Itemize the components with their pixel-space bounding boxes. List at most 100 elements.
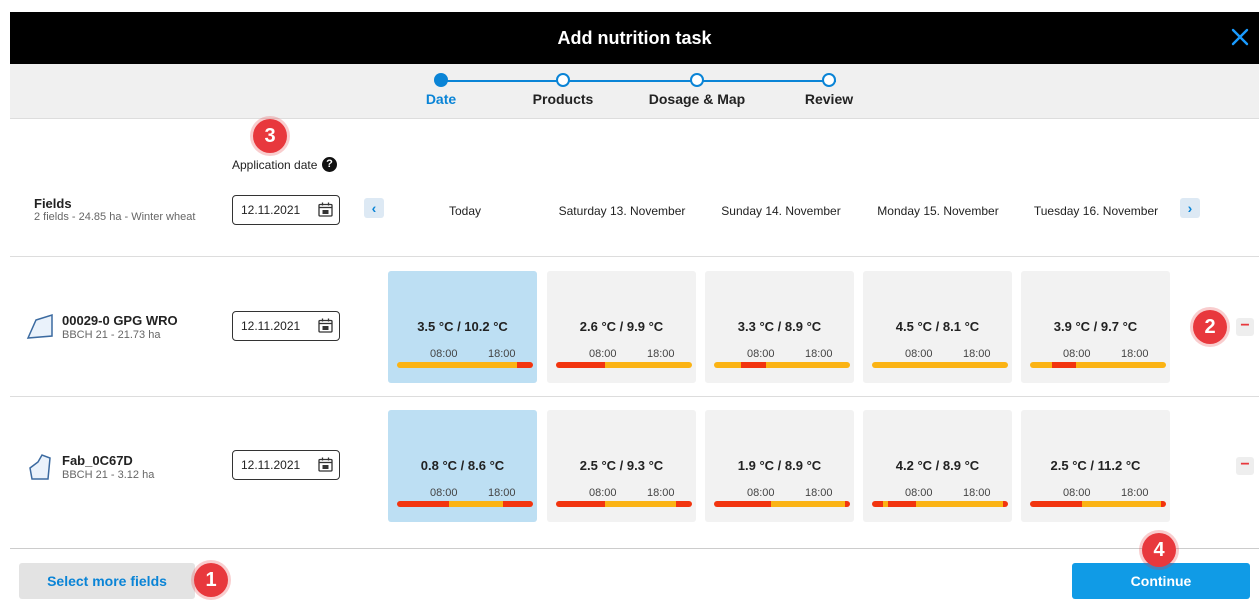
forecast-card-today[interactable]: 0.8 °C / 8.6 °C 08:00 18:00 xyxy=(388,410,537,522)
bar-segment-unfavorable xyxy=(1030,501,1082,507)
time-end: 18:00 xyxy=(647,348,675,360)
step-label-dosage-map[interactable]: Dosage & Map xyxy=(649,91,745,107)
field-shape-icon xyxy=(29,454,51,480)
forecast-card[interactable]: 2.6 °C / 9.9 °C 08:00 18:00 xyxy=(547,271,696,383)
dialog-title: Add nutrition task xyxy=(557,28,712,48)
temperature-range: 0.8 °C / 8.6 °C xyxy=(420,458,505,473)
bar-segment-unfavorable xyxy=(556,501,605,507)
time-start: 08:00 xyxy=(905,348,933,360)
step-dot-date[interactable] xyxy=(434,73,448,87)
application-date-value: 12.11.2021 xyxy=(241,203,301,217)
help-icon[interactable]: ? xyxy=(322,157,337,172)
bar-segment-caution xyxy=(1081,501,1161,507)
row-divider xyxy=(10,256,1259,257)
temperature-range: 3.9 °C / 9.7 °C xyxy=(1053,319,1138,334)
bar-segment-unfavorable xyxy=(1002,501,1008,507)
time-end: 18:00 xyxy=(1121,487,1149,499)
step-label-products[interactable]: Products xyxy=(533,91,594,107)
bar-segment-unfavorable xyxy=(503,501,533,507)
forecast-card-today[interactable]: 3.5 °C / 10.2 °C 08:00 18:00 xyxy=(388,271,537,383)
row-divider xyxy=(10,396,1259,397)
step-dot-products[interactable] xyxy=(556,73,570,87)
calendar-icon[interactable] xyxy=(318,202,333,217)
footer-divider xyxy=(10,548,1259,549)
step-label-date[interactable]: Date xyxy=(426,91,456,107)
day-label-today: Today xyxy=(448,204,482,218)
field-details: BBCH 21 - 21.73 ha xyxy=(62,329,161,341)
fields-title: Fields xyxy=(34,196,72,211)
remove-field-button[interactable]: − xyxy=(1236,457,1254,475)
bar-segment-unfavorable xyxy=(397,501,449,507)
temperature-range: 2.5 °C / 11.2 °C xyxy=(1050,458,1141,473)
forecast-card[interactable]: 4.2 °C / 8.9 °C 08:00 18:00 xyxy=(863,410,1012,522)
annotation-marker-1: 1 xyxy=(194,563,228,597)
forecast-card[interactable]: 3.9 °C / 9.7 °C 08:00 18:00 xyxy=(1021,271,1170,383)
bar-segment-caution xyxy=(915,501,1003,507)
select-more-fields-button[interactable]: Select more fields xyxy=(19,563,195,599)
step-dot-review[interactable] xyxy=(822,73,836,87)
field-date-input[interactable]: 12.11.2021 xyxy=(232,311,340,341)
time-start: 08:00 xyxy=(589,487,617,499)
time-end: 18:00 xyxy=(963,487,991,499)
bar-segment-unfavorable xyxy=(516,362,533,368)
time-end: 18:00 xyxy=(488,348,516,360)
spray-condition-bar xyxy=(556,362,692,368)
forecast-card[interactable]: 3.3 °C / 8.9 °C 08:00 18:00 xyxy=(705,271,854,383)
bar-segment-unfavorable xyxy=(1051,362,1077,368)
continue-button[interactable]: Continue xyxy=(1072,563,1250,599)
time-end: 18:00 xyxy=(488,487,516,499)
step-dot-dosage-map[interactable] xyxy=(690,73,704,87)
dialog-header: Add nutrition task xyxy=(10,12,1259,64)
spray-condition-bar xyxy=(397,362,533,368)
time-start: 08:00 xyxy=(905,487,933,499)
close-icon[interactable] xyxy=(1229,26,1251,48)
bar-segment-caution xyxy=(1076,362,1166,368)
calendar-icon[interactable] xyxy=(318,457,333,472)
prev-days-button[interactable]: ‹ xyxy=(364,198,384,218)
field-date-value: 12.11.2021 xyxy=(241,319,301,333)
temperature-range: 4.5 °C / 8.1 °C xyxy=(895,319,980,334)
bar-segment-unfavorable xyxy=(556,362,605,368)
temperature-range: 2.5 °C / 9.3 °C xyxy=(579,458,664,473)
forecast-card[interactable]: 2.5 °C / 9.3 °C 08:00 18:00 xyxy=(547,410,696,522)
time-start: 08:00 xyxy=(1063,487,1091,499)
forecast-card[interactable]: 2.5 °C / 11.2 °C 08:00 18:00 xyxy=(1021,410,1170,522)
day-label-monday: Monday 15. November xyxy=(877,204,999,218)
remove-field-button[interactable]: − xyxy=(1236,318,1254,336)
annotation-marker-2: 2 xyxy=(1193,310,1227,344)
bar-segment-unfavorable xyxy=(714,501,772,507)
field-name: 00029-0 GPG WRO xyxy=(62,313,178,328)
temperature-range: 4.2 °C / 8.9 °C xyxy=(895,458,980,473)
temperature-range: 3.3 °C / 8.9 °C xyxy=(737,319,822,334)
bar-segment-caution xyxy=(714,362,742,368)
bar-segment-caution xyxy=(765,362,850,368)
bar-segment-caution xyxy=(771,501,845,507)
bar-segment-caution xyxy=(872,362,1008,368)
field-date-value: 12.11.2021 xyxy=(241,458,301,472)
time-start: 08:00 xyxy=(430,348,458,360)
calendar-icon[interactable] xyxy=(318,318,333,333)
time-start: 08:00 xyxy=(747,487,775,499)
bar-segment-unfavorable xyxy=(741,362,766,368)
day-label-tuesday: Tuesday 16. November xyxy=(1033,204,1159,218)
progress-stepper: Date Products Dosage & Map Review xyxy=(10,64,1259,119)
spray-condition-bar xyxy=(872,501,1008,507)
time-end: 18:00 xyxy=(1121,348,1149,360)
next-days-button[interactable]: › xyxy=(1180,198,1200,218)
spray-condition-bar xyxy=(1030,362,1166,368)
spray-condition-bar xyxy=(397,501,533,507)
step-label-review[interactable]: Review xyxy=(805,91,853,107)
bar-segment-caution xyxy=(397,362,517,368)
time-end: 18:00 xyxy=(805,348,833,360)
field-date-input[interactable]: 12.11.2021 xyxy=(232,450,340,480)
forecast-card[interactable]: 4.5 °C / 8.1 °C 08:00 18:00 xyxy=(863,271,1012,383)
time-start: 08:00 xyxy=(1063,348,1091,360)
application-date-input[interactable]: 12.11.2021 xyxy=(232,195,340,225)
field-name: Fab_0C67D xyxy=(62,453,133,468)
forecast-card[interactable]: 1.9 °C / 8.9 °C 08:00 18:00 xyxy=(705,410,854,522)
fields-summary: 2 fields - 24.85 ha - Winter wheat xyxy=(34,211,196,223)
day-label-saturday: Saturday 13. November xyxy=(558,204,686,218)
time-end: 18:00 xyxy=(963,348,991,360)
field-shape-icon xyxy=(26,313,53,339)
annotation-marker-4: 4 xyxy=(1142,533,1176,567)
